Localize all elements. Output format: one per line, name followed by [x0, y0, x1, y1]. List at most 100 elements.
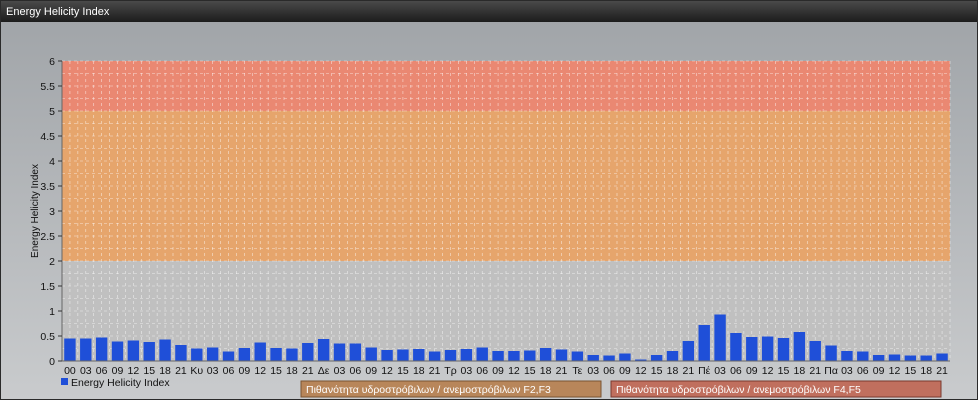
x-tick-label: 03 [207, 365, 219, 377]
bar-12 [254, 342, 266, 361]
x-tick-label: 21 [683, 365, 695, 377]
bar-50 [857, 351, 869, 361]
x-tick-label: Πα [824, 365, 838, 377]
bar-48 [825, 345, 837, 361]
bar-13 [270, 348, 282, 361]
x-tick-label: 06 [603, 365, 615, 377]
y-tick-label: 5 [49, 106, 55, 118]
bar-15 [302, 343, 314, 361]
legend-label: Energy Helicity Index [71, 377, 170, 389]
bar-7 [175, 345, 187, 361]
y-tick-label: 6 [49, 56, 55, 68]
x-tick-label: 09 [746, 365, 758, 377]
x-tick-label: 21 [302, 365, 314, 377]
bar-20 [381, 350, 393, 361]
x-tick-label: 12 [128, 365, 140, 377]
bar-30 [539, 348, 552, 361]
bar-21 [397, 349, 409, 361]
chart-widget: Energy Helicity Index 0 0.5 1 1.5 2 2.5 3 3.5 4 4… [0, 0, 978, 400]
x-tick-label: 21 [175, 365, 187, 377]
y-tick-label: 0 [49, 356, 55, 368]
bar-16 [317, 339, 330, 361]
x-tick-label: 06 [96, 365, 108, 377]
bar-19 [365, 347, 377, 361]
bar-35 [619, 353, 631, 361]
bar-29 [524, 350, 536, 361]
x-tick-label: 12 [635, 365, 647, 377]
bar-40 [698, 325, 710, 361]
x-tick-label: 15 [905, 365, 917, 377]
bar-24 [444, 350, 457, 361]
bar-47 [809, 341, 821, 361]
bar-33 [587, 355, 599, 361]
x-tick-label: 09 [112, 365, 124, 377]
bar-34 [603, 355, 615, 361]
bar-52 [888, 354, 901, 361]
x-tick-label: 18 [286, 365, 298, 377]
bar-53 [904, 355, 917, 361]
x-tick-label: 06 [730, 365, 742, 377]
bar-27 [492, 351, 504, 361]
y-tick-label: 5.5 [40, 81, 55, 93]
bar-43 [746, 337, 758, 361]
x-tick-label: 15 [397, 365, 409, 377]
x-tick-label: 18 [540, 365, 552, 377]
y-tick-label: 0.5 [40, 331, 55, 343]
x-tick-label: Τρ [444, 365, 456, 377]
x-tick-label: Δε [318, 365, 330, 377]
x-tick-label: 12 [762, 365, 774, 377]
x-tick-label: 12 [254, 365, 266, 377]
x-tick-label: 12 [508, 365, 520, 377]
y-tick-label: 4.5 [40, 131, 55, 143]
bar-3 [111, 341, 124, 361]
bar-11 [238, 348, 251, 361]
band-legend-f4f5-label: Πιθανότητα υδροστρόβιλων / ανεμοστρόβιλω… [616, 384, 861, 396]
bar-25 [460, 349, 473, 361]
bar-54 [920, 355, 932, 361]
y-axis-title: Energy Helicity Index [30, 164, 41, 258]
y-tick-label: 3.5 [40, 181, 55, 193]
y-tick-label: 1.5 [40, 281, 55, 293]
x-tick-label: 21 [556, 365, 568, 377]
x-tick-label: 09 [619, 365, 631, 377]
x-tick-label: 09 [239, 365, 251, 377]
bar-44 [761, 336, 774, 361]
bar-39 [682, 341, 695, 361]
x-tick-label: Πέ [698, 365, 711, 377]
x-tick-label: 12 [381, 365, 393, 377]
bar-37 [650, 355, 663, 361]
legend-swatch [61, 378, 68, 385]
y-tick-label: 4 [49, 156, 55, 168]
x-tick-label: 15 [143, 365, 155, 377]
bar-22 [413, 349, 425, 361]
y-tick-label: 2.5 [40, 231, 55, 243]
bar-4 [127, 340, 140, 361]
bar-9 [206, 347, 219, 361]
x-tick-label: 03 [714, 365, 726, 377]
x-tick-label: 06 [476, 365, 488, 377]
bar-31 [555, 349, 568, 361]
x-tick-label: 15 [778, 365, 790, 377]
y-tick-label: 3 [49, 206, 55, 218]
x-tick-label: Τε [572, 365, 582, 377]
bar-8 [191, 348, 203, 361]
bar-14 [286, 348, 298, 361]
x-tick-label: 12 [889, 365, 901, 377]
bar-32 [571, 351, 584, 361]
x-tick-label: 18 [667, 365, 679, 377]
bar-1 [80, 338, 92, 361]
bar-26 [476, 347, 488, 361]
bar-5 [143, 342, 155, 361]
x-tick-label: 21 [429, 365, 441, 377]
x-tick-label: 15 [651, 365, 663, 377]
x-tick-label: 18 [794, 365, 806, 377]
x-tick-label: 18 [159, 365, 171, 377]
x-tick-label: 15 [270, 365, 282, 377]
bar-49 [841, 351, 853, 361]
x-tick-label: 09 [365, 365, 377, 377]
x-tick-label: 03 [461, 365, 473, 377]
x-tick-label: 06 [857, 365, 869, 377]
bar-10 [222, 351, 235, 361]
bar-51 [872, 355, 885, 361]
bar-6 [159, 339, 171, 361]
